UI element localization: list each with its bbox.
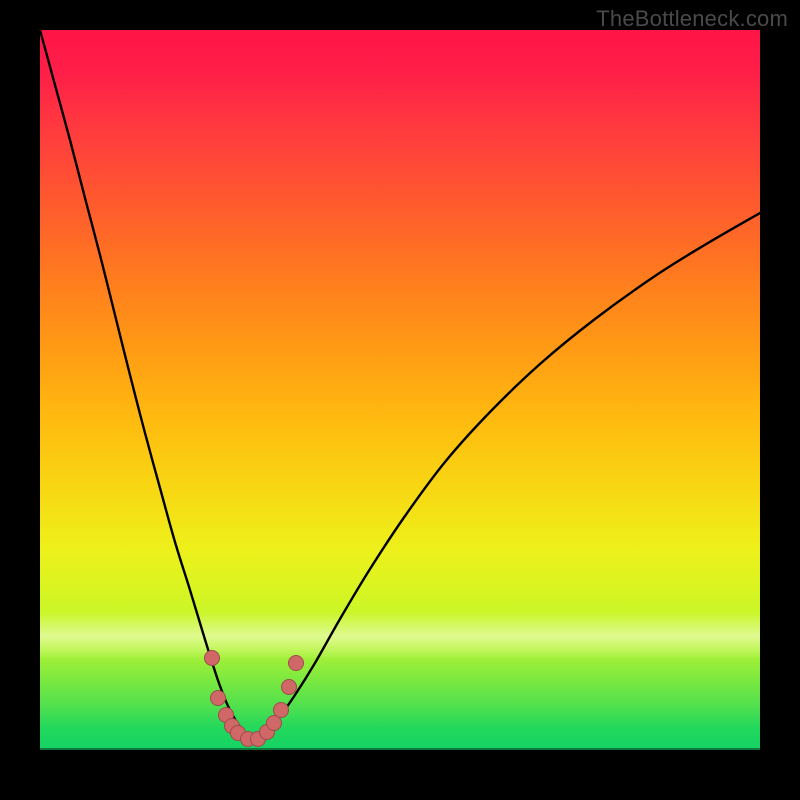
- chart-stage: TheBottleneck.com: [0, 0, 800, 800]
- valley-marker: [205, 651, 220, 666]
- valley-marker: [282, 680, 297, 695]
- valley-marker: [274, 703, 289, 718]
- curves-svg: [40, 30, 760, 750]
- right-curve-path: [252, 213, 760, 741]
- valley-markers-group: [205, 651, 304, 747]
- valley-marker: [211, 691, 226, 706]
- watermark-text: TheBottleneck.com: [596, 6, 788, 32]
- left-curve-path: [40, 30, 252, 741]
- plot-area: [40, 30, 760, 750]
- valley-marker: [289, 656, 304, 671]
